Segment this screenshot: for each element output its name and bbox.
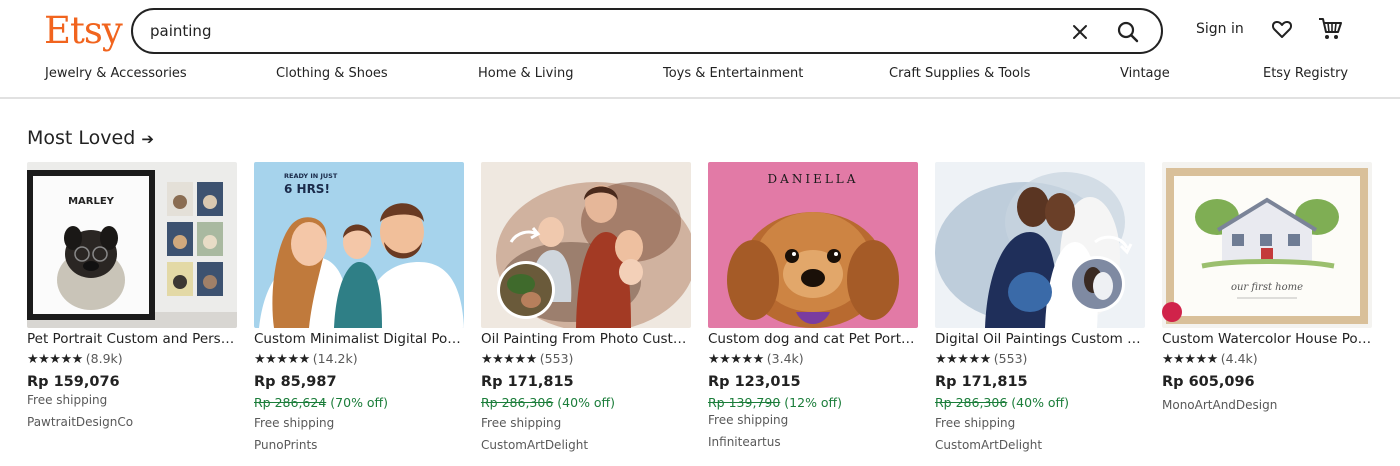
- search-button[interactable]: [1116, 20, 1140, 44]
- favorites-button[interactable]: [1270, 17, 1294, 41]
- pet-name-text: DANIELLA: [768, 172, 859, 186]
- original-price: Rp 286,306 (40% off): [935, 395, 1070, 410]
- listing-price: Rp 171,815: [481, 374, 574, 390]
- listing-card[interactable]: DANIELLA Custom dog and cat Pet Portrait…: [708, 162, 918, 462]
- listing-rating: ★★★★★ (553): [481, 351, 573, 367]
- review-count: (3.4k): [766, 351, 804, 366]
- listing-card[interactable]: Oil Painting From Photo Custom Portrait …: [481, 162, 691, 462]
- free-shipping-label: Free shipping: [708, 413, 789, 427]
- star-icon: ★★★★★: [27, 352, 83, 367]
- star-icon: ★★★★★: [481, 352, 537, 367]
- free-shipping-label: Free shipping: [935, 416, 1016, 430]
- listing-title[interactable]: Pet Portrait Custom and Personalized Pos…: [27, 331, 237, 347]
- listing-rating: ★★★★★ (553): [935, 351, 1027, 367]
- listing-rating: ★★★★★ (4.4k): [1162, 351, 1258, 367]
- listing-image[interactable]: MARLEY: [27, 162, 237, 328]
- star-icon: ★★★★★: [1162, 352, 1218, 367]
- listing-image[interactable]: DANIELLA: [708, 162, 918, 328]
- listing-card[interactable]: READY IN JUST 6 HRS! Custom Minimalist D…: [254, 162, 464, 462]
- search-input[interactable]: [150, 20, 1030, 42]
- listing-card[interactable]: our first home Custom Watercolor House P…: [1162, 162, 1372, 462]
- badge-line-1: READY IN JUST: [284, 172, 338, 180]
- clear-search-button[interactable]: [1069, 21, 1091, 43]
- nav-vintage[interactable]: Vintage: [1120, 66, 1170, 81]
- listing-image[interactable]: [481, 162, 691, 328]
- nav-clothing-shoes[interactable]: Clothing & Shoes: [276, 66, 388, 81]
- listing-image[interactable]: READY IN JUST 6 HRS!: [254, 162, 464, 328]
- free-shipping-label: Free shipping: [254, 416, 335, 430]
- search-bar: [131, 8, 1163, 54]
- listing-card[interactable]: Digital Oil Paintings Custom Portrait ★★…: [935, 162, 1145, 462]
- nav-etsy-registry[interactable]: Etsy Registry: [1263, 66, 1348, 81]
- shop-name[interactable]: PunoPrints: [254, 438, 317, 452]
- star-icon: ★★★★★: [935, 352, 991, 367]
- listing-title[interactable]: Custom dog and cat Pet Portrait: [708, 331, 918, 347]
- listing-rating: ★★★★★ (8.9k): [27, 351, 123, 367]
- listing-title[interactable]: Custom Minimalist Digital Portrait: [254, 331, 464, 347]
- original-price: Rp 139,790 (12% off): [708, 395, 843, 410]
- shop-name[interactable]: CustomArtDelight: [481, 438, 588, 452]
- most-loved-heading[interactable]: Most Loved ➔: [27, 127, 154, 149]
- review-count: (553): [993, 351, 1028, 366]
- nav-jewelry-accessories[interactable]: Jewelry & Accessories: [45, 66, 187, 81]
- shop-name[interactable]: MonoArtAndDesign: [1162, 398, 1277, 412]
- listing-price: Rp 605,096: [1162, 374, 1255, 390]
- etsy-logo[interactable]: Etsy: [44, 9, 123, 52]
- listing-price: Rp 123,015: [708, 374, 801, 390]
- review-count: (14.2k): [312, 351, 358, 366]
- sign-in-link[interactable]: Sign in: [1196, 21, 1244, 37]
- search-icon: [1117, 21, 1139, 43]
- review-count: (8.9k): [85, 351, 123, 366]
- listing-price: Rp 159,076: [27, 374, 120, 390]
- listing-rating: ★★★★★ (3.4k): [708, 351, 804, 367]
- star-icon: ★★★★★: [708, 352, 764, 367]
- poster-name-text: MARLEY: [68, 196, 115, 207]
- listing-rating: ★★★★★ (14.2k): [254, 351, 358, 367]
- shop-name[interactable]: Infiniteartus: [708, 435, 781, 449]
- print-script-text: our first home: [1231, 282, 1303, 293]
- original-price: Rp 286,624 (70% off): [254, 395, 389, 410]
- shop-name[interactable]: CustomArtDelight: [935, 438, 1042, 452]
- listing-price: Rp 85,987: [254, 374, 337, 390]
- nav-craft-supplies-tools[interactable]: Craft Supplies & Tools: [889, 66, 1030, 81]
- badge-line-2: 6 HRS!: [284, 182, 330, 196]
- original-price: Rp 286,306 (40% off): [481, 395, 616, 410]
- arrow-right-icon: ➔: [141, 130, 154, 148]
- listing-title[interactable]: Digital Oil Paintings Custom Portrait: [935, 331, 1145, 347]
- cart-button[interactable]: [1317, 15, 1343, 41]
- listing-card[interactable]: MARLEY Pet Portrait Custom and Personali…: [27, 162, 237, 462]
- cart-icon: [1319, 18, 1342, 39]
- free-shipping-label: Free shipping: [481, 416, 562, 430]
- listing-image[interactable]: [935, 162, 1145, 328]
- header-divider: [0, 97, 1400, 99]
- listing-title[interactable]: Custom Watercolor House Portrait: [1162, 331, 1372, 347]
- category-nav: Jewelry & Accessories Clothing & Shoes H…: [0, 64, 1400, 86]
- listing-image[interactable]: our first home: [1162, 162, 1372, 328]
- listing-price: Rp 171,815: [935, 374, 1028, 390]
- star-icon: ★★★★★: [254, 352, 310, 367]
- nav-toys-entertainment[interactable]: Toys & Entertainment: [663, 66, 803, 81]
- review-count: (4.4k): [1220, 351, 1258, 366]
- shop-name[interactable]: PawtraitDesignCo: [27, 415, 133, 429]
- section-title-text: Most Loved: [27, 127, 136, 149]
- listing-title[interactable]: Oil Painting From Photo Custom Portrait: [481, 331, 691, 347]
- nav-home-living[interactable]: Home & Living: [478, 66, 573, 81]
- heart-icon: [1271, 20, 1293, 38]
- review-count: (553): [539, 351, 574, 366]
- free-shipping-label: Free shipping: [27, 393, 108, 407]
- clear-icon: [1073, 25, 1087, 39]
